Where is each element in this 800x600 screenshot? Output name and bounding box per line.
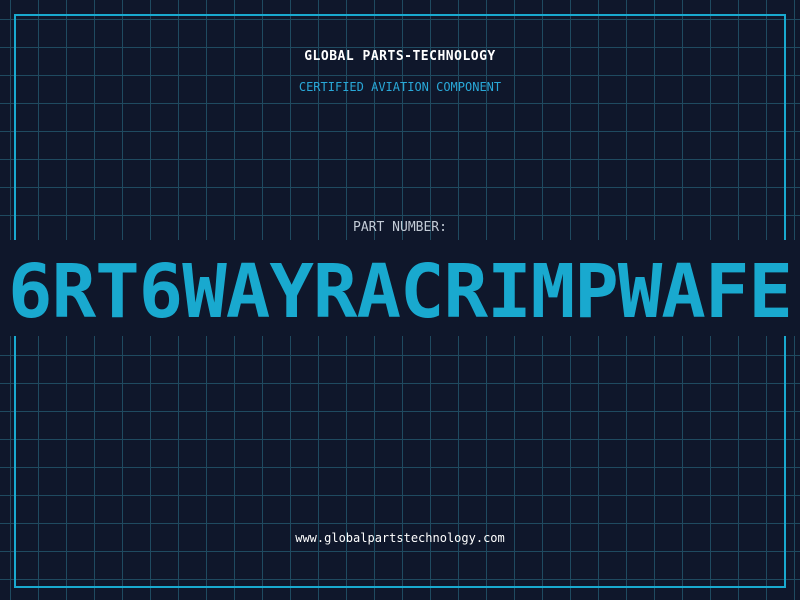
part-label-card: GLOBAL PARTS-TECHNOLOGY CERTIFIED AVIATI…	[0, 0, 800, 600]
website-url: www.globalpartstechnology.com	[295, 531, 505, 545]
certification-subtitle: CERTIFIED AVIATION COMPONENT	[298, 80, 502, 94]
part-number-label: PART NUMBER:	[353, 220, 447, 235]
part-number-value: 6RT6WAYRACRIMPWAFE	[8, 249, 793, 335]
company-name: GLOBAL PARTS-TECHNOLOGY	[304, 49, 496, 64]
